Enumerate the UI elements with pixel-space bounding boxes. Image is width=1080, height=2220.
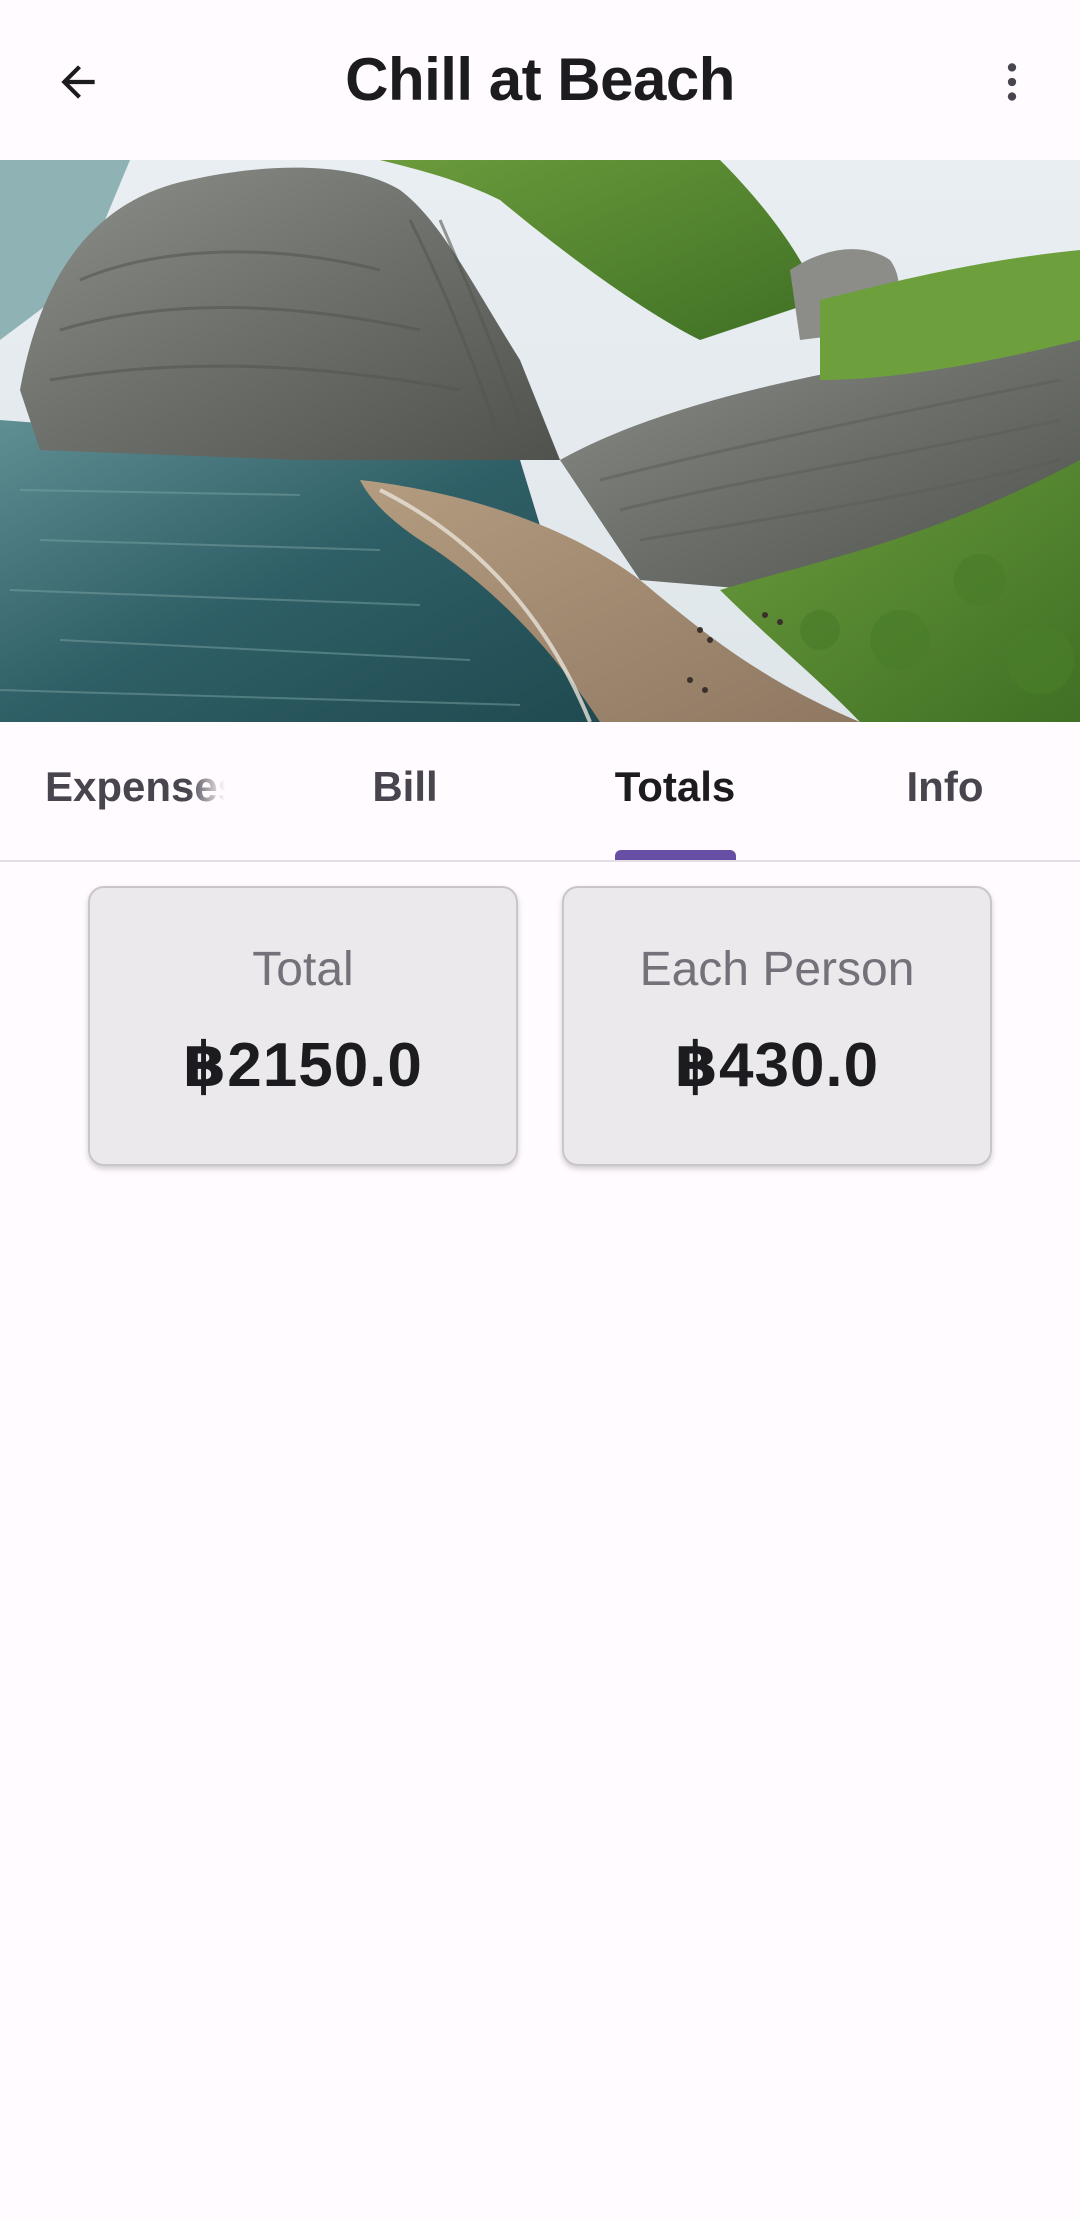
tab-bill[interactable]: Bill [330,722,480,860]
more-options-button[interactable] [972,42,1052,122]
total-value: ฿2150.0 [183,1031,423,1100]
arrow-back-icon [61,65,95,99]
each-person-card: Each Person ฿430.0 [562,886,992,1166]
trip-cover-image [0,160,1080,722]
more-vert-icon [1007,63,1017,101]
tab-expenses[interactable]: Expenses [45,722,225,860]
tab-totals[interactable]: Totals [600,722,750,860]
page-title: Chill at Beach [345,46,735,113]
back-button[interactable] [38,42,118,122]
total-card: Total ฿2150.0 [88,886,518,1166]
tab-bar: Expenses Bill Totals Info [0,722,1080,862]
top-app-bar: Chill at Beach [0,0,1080,160]
active-tab-indicator [615,850,736,860]
each-person-value: ฿430.0 [674,1031,880,1100]
tab-info[interactable]: Info [870,722,1020,860]
each-person-label: Each Person [639,943,915,996]
total-label: Total [252,943,354,996]
